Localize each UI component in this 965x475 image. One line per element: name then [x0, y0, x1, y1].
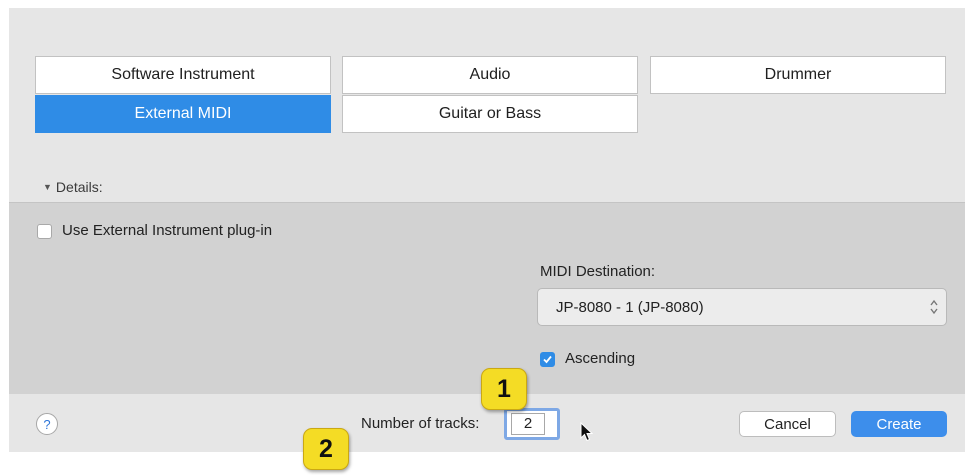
callout-badge-2: 2 — [303, 428, 349, 470]
ascending-checkbox[interactable] — [540, 352, 555, 367]
callout-badge-1: 1 — [481, 368, 527, 410]
use-external-instrument-checkbox[interactable] — [37, 224, 52, 239]
midi-destination-value: JP-8080 - 1 (JP-8080) — [556, 299, 704, 316]
cancel-button[interactable]: Cancel — [739, 411, 836, 437]
details-disclosure[interactable]: ▼ Details: — [43, 179, 103, 195]
midi-destination-select[interactable]: JP-8080 - 1 (JP-8080) — [537, 288, 947, 326]
checkmark-icon — [543, 355, 552, 364]
external-midi-button[interactable]: External MIDI — [35, 95, 331, 133]
mouse-cursor-icon — [580, 421, 594, 447]
help-button[interactable]: ? — [36, 413, 58, 435]
ascending-label: Ascending — [565, 350, 636, 367]
create-button[interactable]: Create — [851, 411, 947, 437]
software-instrument-button[interactable]: Software Instrument — [35, 56, 331, 94]
details-label: Details: — [55, 179, 103, 195]
guitar-or-bass-button[interactable]: Guitar or Bass — [342, 95, 638, 133]
drummer-button[interactable]: Drummer — [650, 56, 946, 94]
up-down-arrows-icon — [928, 297, 940, 322]
number-of-tracks-label: Number of tracks: — [361, 415, 480, 432]
midi-destination-label: MIDI Destination: — [540, 263, 656, 280]
number-of-tracks-value: 2 — [511, 413, 545, 435]
audio-button[interactable]: Audio — [342, 56, 638, 94]
use-external-instrument-label: Use External Instrument plug-in — [62, 222, 273, 239]
number-of-tracks-field[interactable]: 2 — [504, 408, 560, 440]
disclosure-triangle-icon: ▼ — [43, 182, 52, 192]
